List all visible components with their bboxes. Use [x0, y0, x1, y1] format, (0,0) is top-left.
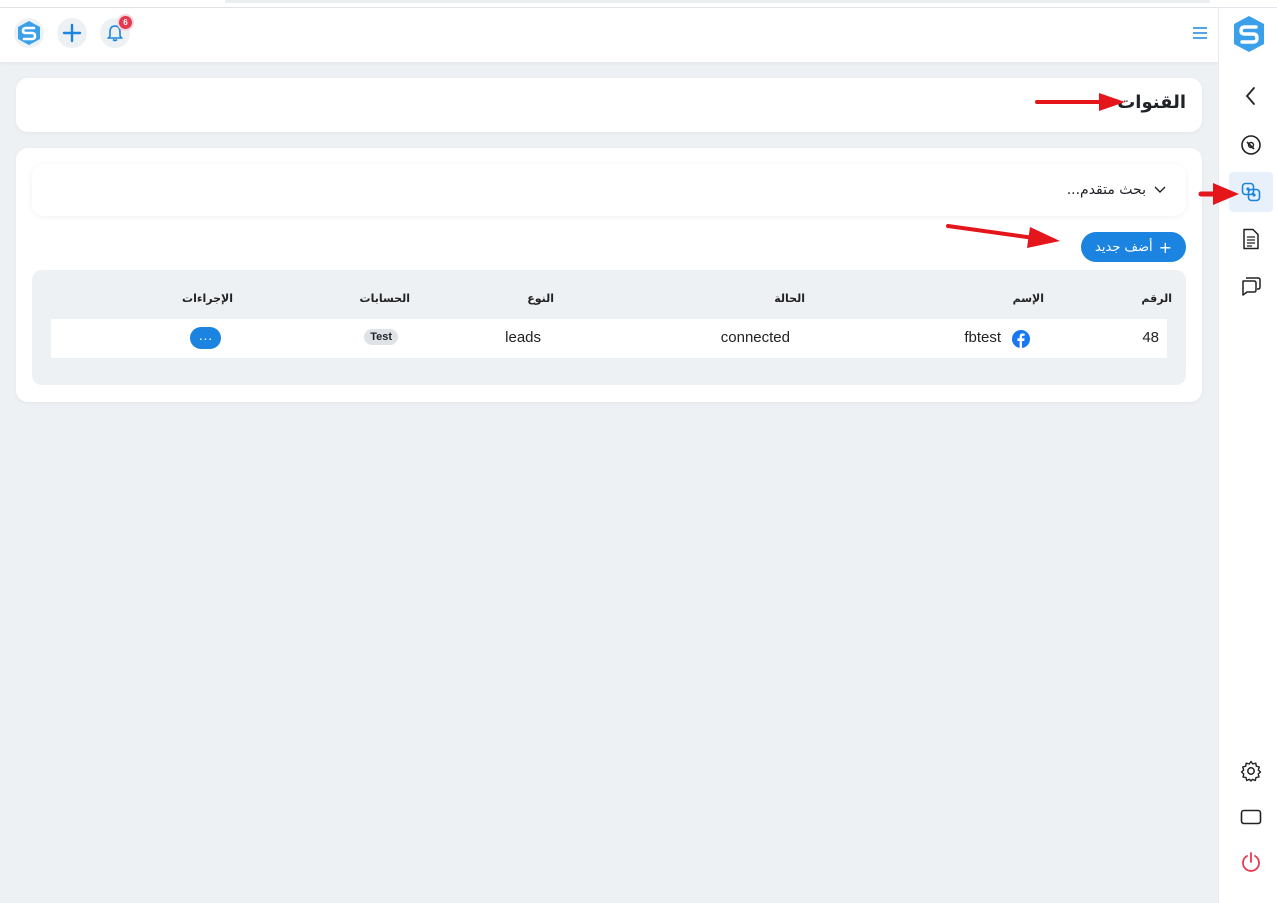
documents-icon: [1243, 228, 1259, 250]
sidebar-item-dashboard[interactable]: [1229, 125, 1273, 165]
chevron-down-icon: [1154, 186, 1166, 194]
sidebar-item-collapse[interactable]: [1229, 76, 1273, 116]
column-header-status: الحالة: [774, 292, 805, 305]
sidebar-item-documents[interactable]: [1229, 219, 1273, 259]
logo-icon: [18, 21, 40, 45]
add-button[interactable]: [57, 18, 87, 48]
sidebar-item-settings[interactable]: [1229, 751, 1273, 791]
channels-icon: [1241, 182, 1261, 202]
plus-icon: +: [1158, 237, 1172, 257]
sidebar-item-logout[interactable]: [1229, 842, 1273, 882]
annotation-arrow-title: [1035, 93, 1125, 111]
cell-name: fbtest: [964, 329, 1001, 346]
sidebar-logo[interactable]: [1231, 14, 1267, 54]
sidebar-item-chat[interactable]: [1229, 265, 1273, 305]
annotation-arrow-add: [946, 224, 1060, 248]
advanced-search-label: بحث متقدم...: [1066, 182, 1146, 198]
sidebar-item-window[interactable]: [1229, 797, 1273, 837]
channels-card: بحث متقدم... + أضف جديد الرقم الإسم الحا…: [16, 148, 1202, 402]
menu-button[interactable]: [1192, 25, 1208, 39]
column-header-name: الإسم: [1012, 292, 1044, 305]
page-title: القنوات: [1117, 92, 1186, 113]
column-header-type: النوع: [527, 292, 554, 305]
power-icon: [1242, 852, 1260, 872]
chat-icon: [1242, 277, 1261, 296]
sidebar: [1218, 8, 1277, 903]
column-header-id: الرقم: [1141, 292, 1172, 305]
table-row[interactable]: 48 fbtest connected leads Test ···: [51, 319, 1167, 358]
advanced-search-toggle[interactable]: بحث متقدم...: [1067, 182, 1166, 198]
annotation-arrow-sidebar: [1198, 183, 1239, 205]
strip-highlight: [225, 0, 1210, 3]
menu-icon: [1193, 27, 1207, 39]
advanced-search-panel: بحث متقدم...: [32, 164, 1186, 216]
chevron-left-icon: [1245, 87, 1255, 105]
page-header-card: القنوات: [16, 78, 1202, 132]
cell-id: 48: [1142, 329, 1159, 346]
facebook-icon: [1012, 330, 1030, 348]
notifications-button[interactable]: 6: [100, 14, 134, 48]
cell-type: leads: [505, 329, 541, 346]
cell-status: connected: [720, 329, 790, 346]
browser-strip: [0, 0, 1277, 8]
settings-icon: [1240, 760, 1262, 782]
column-header-accounts: الحسابات: [359, 292, 410, 305]
dashboard-icon: [1241, 135, 1261, 155]
add-new-label: أضف جديد: [1095, 239, 1153, 255]
plus-icon: [62, 23, 82, 43]
add-new-button[interactable]: + أضف جديد: [1081, 232, 1186, 262]
top-bar: 6: [0, 8, 1218, 62]
notification-count-badge: 6: [117, 14, 134, 31]
row-actions-button[interactable]: ···: [190, 327, 221, 349]
window-icon: [1240, 809, 1262, 825]
logo-button[interactable]: [14, 18, 44, 48]
logo-icon: [1234, 16, 1264, 52]
account-tag: Test: [364, 329, 398, 345]
channels-table: الرقم الإسم الحالة النوع الحسابات الإجرا…: [32, 270, 1186, 385]
column-header-actions: الإجراءات: [182, 292, 233, 305]
